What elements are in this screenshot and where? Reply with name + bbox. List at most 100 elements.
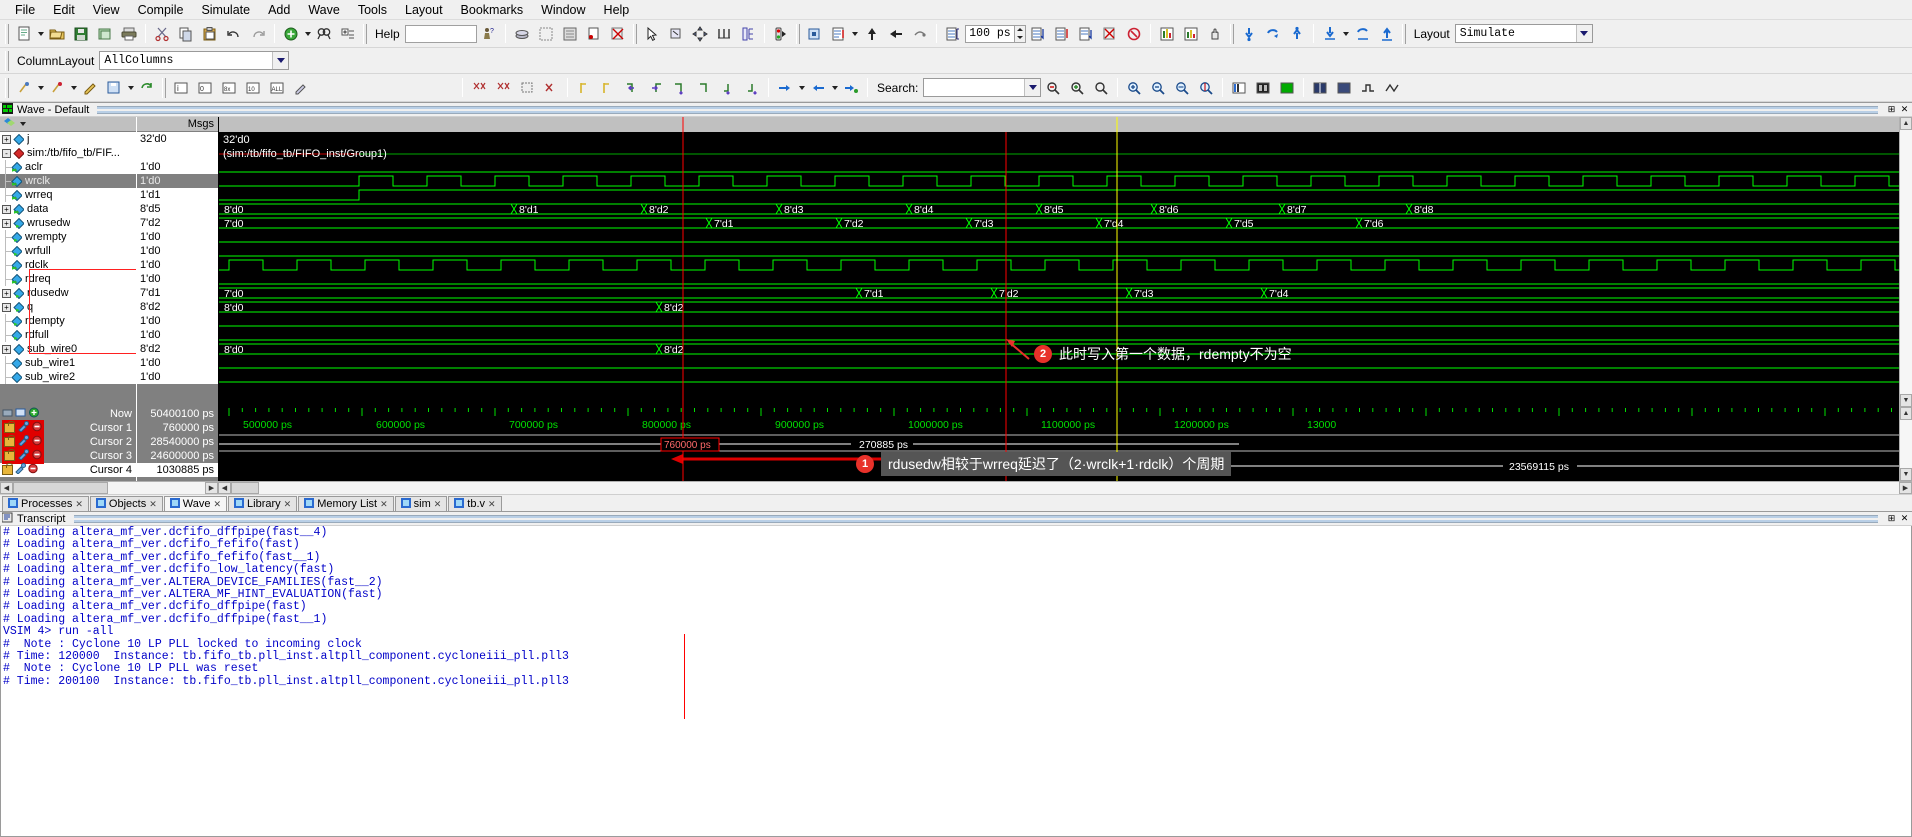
edit-cursor-icon[interactable]: [79, 77, 101, 98]
menu-item-compile[interactable]: Compile: [129, 1, 193, 19]
wave-undock-icon[interactable]: ⊞: [1886, 104, 1897, 115]
layout-combo[interactable]: Simulate: [1454, 24, 1593, 43]
menu-item-help[interactable]: Help: [595, 1, 639, 19]
radix-all-icon[interactable]: ALL: [266, 77, 288, 98]
signal-expander[interactable]: +: [2, 344, 11, 354]
cursor-row[interactable]: Now: [0, 407, 136, 421]
help-input[interactable]: [404, 24, 477, 43]
signal-row[interactable]: + rdusedw: [0, 286, 136, 300]
search-prev-icon[interactable]: [1042, 77, 1064, 98]
find-icon[interactable]: [313, 23, 335, 44]
simulate-icon[interactable]: [559, 23, 581, 44]
wave-toolbar-grip[interactable]: [5, 77, 9, 98]
cursor-scroll-up-icon[interactable]: ▲: [1900, 407, 1912, 420]
cursor-name-list[interactable]: Now Cursor 1 Cursor 2 Cursor 3 Cursor 4: [0, 407, 136, 477]
run-length-spinner[interactable]: [1014, 24, 1026, 43]
cursor-lock-icon[interactable]: [4, 435, 15, 447]
signal-expander[interactable]: +: [2, 218, 11, 228]
cut-icon[interactable]: [151, 23, 173, 44]
names-scroll-right-icon[interactable]: ▶: [205, 482, 218, 494]
open-folder-icon[interactable]: [46, 23, 68, 44]
wave-step-icon[interactable]: [1357, 77, 1379, 98]
help-context-icon[interactable]: ?: [478, 23, 500, 44]
paste-signals-icon[interactable]: [516, 77, 538, 98]
window-tab-close-icon[interactable]: ✕: [149, 499, 157, 510]
window-tab-close-icon[interactable]: ✕: [380, 499, 388, 510]
step-into-wave-icon[interactable]: [1319, 23, 1341, 44]
step-down-blue-icon[interactable]: [1238, 23, 1260, 44]
find-previous-transition-icon[interactable]: [573, 77, 595, 98]
cursor-controls[interactable]: [0, 448, 44, 464]
window-tab[interactable]: Wave ✕: [163, 496, 228, 511]
new-document-icon[interactable]: [13, 23, 35, 44]
transcript-undock-icon[interactable]: ⊞: [1886, 513, 1897, 524]
search-input[interactable]: [924, 79, 1025, 96]
wave-panel-drag-area[interactable]: [97, 105, 1878, 114]
signal-names-column[interactable]: + j - sim:/tb/fifo_tb/FIF... aclr wrclk wrreq +…: [0, 117, 137, 407]
profile-icon[interactable]: [1156, 23, 1178, 44]
toolbar-grip-5[interactable]: [1229, 23, 1234, 44]
wave-scroll-up-icon[interactable]: ▲: [1900, 117, 1912, 130]
signal-expander[interactable]: +: [2, 288, 11, 298]
add-cursor-dropdown-icon[interactable]: [36, 78, 45, 98]
window-tab-close-icon[interactable]: ✕: [75, 499, 83, 510]
wave-horizontal-scrollbars[interactable]: ◀ ▶ ◀ ▶: [0, 481, 1912, 494]
copy-icon[interactable]: [175, 23, 197, 44]
restart-icon[interactable]: [804, 23, 826, 44]
step-loop-wave-icon[interactable]: [1352, 23, 1374, 44]
cursor-lock-icon[interactable]: [4, 421, 15, 433]
signal-row[interactable]: sub_wire2: [0, 370, 136, 384]
cursor-delete-icon[interactable]: [27, 463, 39, 477]
search-combo[interactable]: [923, 78, 1042, 97]
window-tab[interactable]: sim ✕: [394, 496, 448, 511]
find-transition-icon[interactable]: [693, 77, 715, 98]
delete-signals-icon[interactable]: [540, 77, 562, 98]
signal-row[interactable]: wrreq: [0, 188, 136, 202]
zoom-in-icon[interactable]: [1123, 77, 1145, 98]
signal-expander[interactable]: +: [2, 204, 11, 214]
zoom-full-icon[interactable]: [1171, 77, 1193, 98]
run-length-icon[interactable]: [942, 23, 964, 44]
menu-item-window[interactable]: Window: [532, 1, 594, 19]
cursor-row[interactable]: Cursor 3: [0, 448, 136, 464]
toolbar-grip-2[interactable]: [363, 23, 367, 44]
transcript-output[interactable]: # Loading altera_mf_ver.dcfifo_dffpipe(f…: [0, 526, 1912, 837]
coverage-icon[interactable]: [1180, 23, 1202, 44]
cursor-controls[interactable]: [0, 463, 39, 477]
wave-hscroll-track[interactable]: [231, 482, 1899, 494]
add-cursor-green-icon[interactable]: [28, 407, 40, 421]
signal-row[interactable]: + sub_wire0: [0, 342, 136, 356]
continue-run-icon[interactable]: [1051, 23, 1073, 44]
paste-icon[interactable]: [199, 23, 221, 44]
transcript-close-icon[interactable]: ✕: [1899, 513, 1910, 524]
cursor-settings-icon[interactable]: [17, 435, 29, 449]
wave-scroll-down-icon[interactable]: ▼: [1900, 394, 1912, 407]
signal-row[interactable]: sub_wire1: [0, 356, 136, 370]
run-dropdown-icon[interactable]: [851, 24, 860, 44]
step-out-wave-icon[interactable]: [1376, 23, 1398, 44]
signal-row[interactable]: + data: [0, 202, 136, 216]
step-loop-icon[interactable]: [1262, 23, 1284, 44]
wave-scroll-left-icon[interactable]: ◀: [218, 482, 231, 494]
search-dropdown-icon[interactable]: [1024, 79, 1041, 96]
wave-toolbar-grip-2[interactable]: [162, 77, 166, 98]
run-all-icon[interactable]: [1027, 23, 1049, 44]
window-tab[interactable]: Processes ✕: [2, 496, 89, 511]
cursor-lock-icon[interactable]: [2, 463, 13, 475]
signal-row[interactable]: rdclk: [0, 258, 136, 272]
signal-row[interactable]: rdfull: [0, 328, 136, 342]
radix-octal-icon[interactable]: 8x: [218, 77, 240, 98]
new-document-dropdown-icon[interactable]: [36, 24, 45, 44]
columnlayout-grip[interactable]: [5, 50, 9, 71]
menu-item-file[interactable]: File: [6, 1, 44, 19]
wave-vertical-scrollbar[interactable]: ▲ ▼: [1899, 117, 1912, 407]
collapse-time-dropdown-icon[interactable]: [830, 78, 839, 98]
search-next-icon[interactable]: [1066, 77, 1088, 98]
names-scroll-left-icon[interactable]: ◀: [0, 482, 13, 494]
names-hscroll-track[interactable]: [13, 482, 205, 494]
reload-format-icon[interactable]: [136, 77, 158, 98]
copy-signals-icon[interactable]: [492, 77, 514, 98]
signal-row[interactable]: + j: [0, 132, 136, 146]
add-cursor-icon[interactable]: [13, 77, 35, 98]
zoom-cursor-icon[interactable]: [1195, 77, 1217, 98]
